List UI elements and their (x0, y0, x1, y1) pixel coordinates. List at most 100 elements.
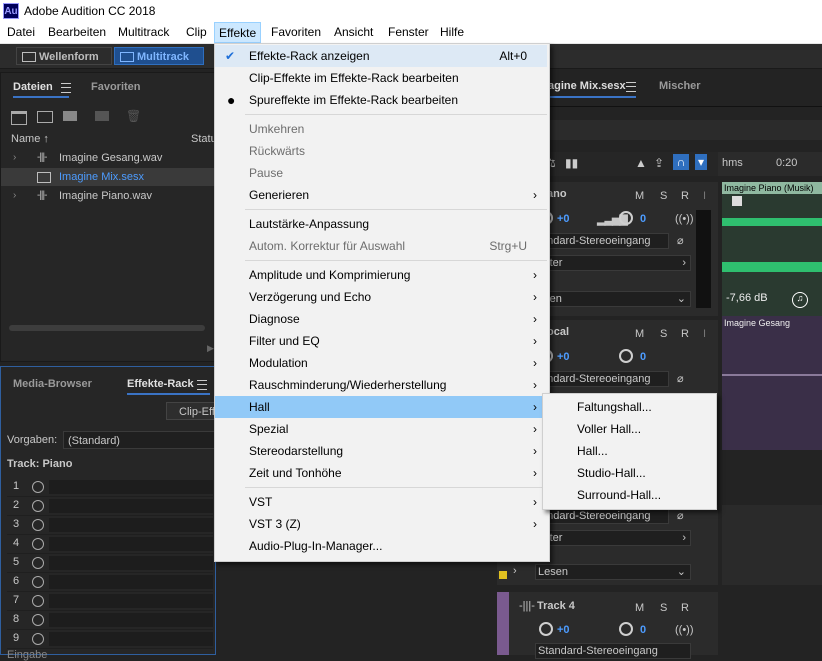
menu-item-hall[interactable]: Hall › (215, 396, 547, 418)
input-monitor-button[interactable]: I (703, 190, 706, 202)
automation-select[interactable]: Lesen ⌄ (535, 564, 691, 580)
tab-effekte-rack[interactable]: Effekte-Rack (127, 378, 210, 395)
menu-item-spureffekte[interactable]: ● Spureffekte im Effekte-Rack bearbeiten (215, 89, 547, 111)
solo-button[interactable]: S (660, 602, 667, 614)
menu-effekte[interactable]: Effekte (214, 22, 262, 43)
mute-button[interactable]: M (635, 602, 644, 614)
rack-slot[interactable]: 3 (7, 517, 213, 535)
tab-favoriten[interactable]: Favoriten (91, 81, 141, 93)
tab-dateien[interactable]: Dateien (13, 81, 69, 98)
pan-value[interactable]: 0 (640, 624, 646, 636)
rack-slot[interactable]: 6 (7, 574, 213, 592)
bars-icon[interactable]: ▮▮ (565, 156, 578, 170)
menu-item-stereodarstellung[interactable]: Stereodarstellung › (215, 440, 547, 462)
solo-button[interactable]: S (660, 328, 667, 340)
file-row-selected[interactable]: Imagine Mix.sesx (1, 168, 215, 186)
tab-mischer[interactable]: Mischer (659, 80, 701, 92)
menu-item-vst3[interactable]: VST 3 (Z) › (215, 513, 547, 535)
menu-item-zeit-tonhoehe[interactable]: Zeit und Tonhöhe › (215, 462, 547, 484)
record-button[interactable]: R (681, 190, 689, 202)
panel-menu-icon[interactable] (61, 83, 71, 93)
input-select[interactable]: tandard-Stereoeingang (535, 371, 669, 387)
play-icon[interactable]: ▶ (207, 343, 214, 354)
menu-ansicht[interactable]: Ansicht (330, 22, 377, 43)
pan-value[interactable]: 0 (640, 213, 646, 225)
menu-item-rauschminderung[interactable]: Rauschminderung/Wiederherstellung › (215, 374, 547, 396)
column-status[interactable]: Statu (191, 133, 217, 145)
submenu-item-hall[interactable]: Hall... (543, 440, 714, 462)
menu-clip[interactable]: Clip (182, 22, 211, 43)
tab-session[interactable]: agine Mix.sesx (548, 80, 626, 92)
submenu-item-studio-hall[interactable]: Studio-Hall... (543, 462, 714, 484)
presets-select[interactable]: (Standard) (63, 431, 215, 449)
input-monitor-button[interactable]: I (703, 328, 706, 340)
pan-knob[interactable] (619, 349, 633, 363)
menu-item-plugin-manager[interactable]: Audio-Plug-In-Manager... (215, 535, 547, 557)
input-select[interactable]: tandard-Stereoeingang (535, 508, 669, 524)
open-folder-icon[interactable] (11, 111, 27, 125)
menu-item-effekte-rack-anzeigen[interactable]: ✔ Effekte-Rack anzeigen Alt+0 (215, 45, 547, 67)
clip-piano[interactable]: Imagine Piano (Musik) -7,66 dB ♫ (722, 182, 822, 316)
menu-item-modulation[interactable]: Modulation › (215, 352, 547, 374)
rack-slot[interactable]: 2 (7, 498, 213, 516)
input-select[interactable]: Standard-Stereoeingang (535, 643, 691, 659)
track-header-4[interactable]: -|||- Track 4 M S R +0 0 ((•)) Standard-… (497, 592, 718, 659)
menu-item-amplitude[interactable]: Amplitude und Komprimierung › (215, 264, 547, 286)
menu-item-diagnose[interactable]: Diagnose › (215, 308, 547, 330)
pan-value[interactable]: 0 (640, 351, 646, 363)
record-button[interactable]: R (681, 328, 689, 340)
automation-select[interactable]: esen⌄ (535, 291, 691, 307)
snap-icon[interactable]: ∩ (673, 154, 689, 170)
menu-item-spezial[interactable]: Spezial › (215, 418, 547, 440)
menu-fenster[interactable]: Fenster (384, 22, 433, 43)
horizontal-scrollbar[interactable] (9, 325, 205, 331)
rack-slot[interactable]: 9 (7, 631, 213, 649)
expand-icon[interactable]: › (13, 187, 16, 205)
tab-media-browser[interactable]: Media-Browser (13, 378, 92, 390)
rack-slot[interactable]: 4 (7, 536, 213, 554)
menu-favoriten[interactable]: Favoriten (267, 22, 325, 43)
submenu-item-faltungshall[interactable]: Faltungshall... (543, 396, 714, 418)
volume-knob[interactable] (539, 622, 553, 636)
menu-item-verzoegerung[interactable]: Verzögerung und Echo › (215, 286, 547, 308)
multitrack-button[interactable]: Multitrack (114, 47, 204, 65)
input-select[interactable]: tandard-Stereoeingang (535, 233, 669, 249)
file-row[interactable]: › -|||- Imagine Piano.wav (1, 187, 215, 205)
volume-value[interactable]: +0 (557, 624, 570, 636)
menu-multitrack[interactable]: Multitrack (114, 22, 173, 43)
rack-slot[interactable]: 8 (7, 612, 213, 630)
volume-value[interactable]: +0 (557, 351, 570, 363)
rack-slot[interactable]: 5 (7, 555, 213, 573)
mute-button[interactable]: M (635, 328, 644, 340)
menu-item-generieren[interactable]: Generieren › (215, 184, 547, 206)
new-file-icon[interactable] (63, 111, 77, 121)
timeline-ruler[interactable]: hms 0:20 (718, 152, 822, 176)
marker-icon[interactable]: ▾ (695, 154, 707, 170)
menu-datei[interactable]: Datei (3, 22, 39, 43)
menu-hilfe[interactable]: Hilfe (436, 22, 468, 43)
volume-value[interactable]: +0 (557, 213, 570, 225)
clip-gesang[interactable]: Imagine Gesang (722, 316, 822, 450)
solo-button[interactable]: S (660, 190, 667, 202)
menu-item-filter-eq[interactable]: Filter und EQ › (215, 330, 547, 352)
upload-icon[interactable]: ⇪ (654, 156, 664, 170)
panel-menu-icon[interactable] (626, 82, 636, 92)
mute-button[interactable]: M (635, 190, 644, 202)
column-name[interactable]: Name ↑ (11, 133, 49, 145)
rack-slot[interactable]: 7 (7, 593, 213, 611)
wellenform-button[interactable]: Wellenform (16, 47, 112, 65)
menu-item-vst[interactable]: VST › (215, 491, 547, 513)
panel-menu-icon[interactable] (197, 380, 207, 390)
tempo-icon[interactable]: ▲ (635, 156, 647, 170)
import-icon[interactable] (37, 111, 53, 123)
expand-icon[interactable]: › (13, 149, 16, 167)
pan-knob[interactable] (619, 622, 633, 636)
file-row[interactable]: › -|||- Imagine Gesang.wav (1, 149, 215, 167)
menu-bearbeiten[interactable]: Bearbeiten (44, 22, 110, 43)
submenu-item-surround-hall[interactable]: Surround-Hall... (543, 484, 714, 506)
pan-knob[interactable] (619, 211, 633, 225)
submenu-item-voller-hall[interactable]: Voller Hall... (543, 418, 714, 440)
output-select[interactable]: aster › (535, 530, 691, 546)
record-button[interactable]: R (681, 602, 689, 614)
menu-item-lautstaerke[interactable]: Lautstärke-Anpassung (215, 213, 547, 235)
